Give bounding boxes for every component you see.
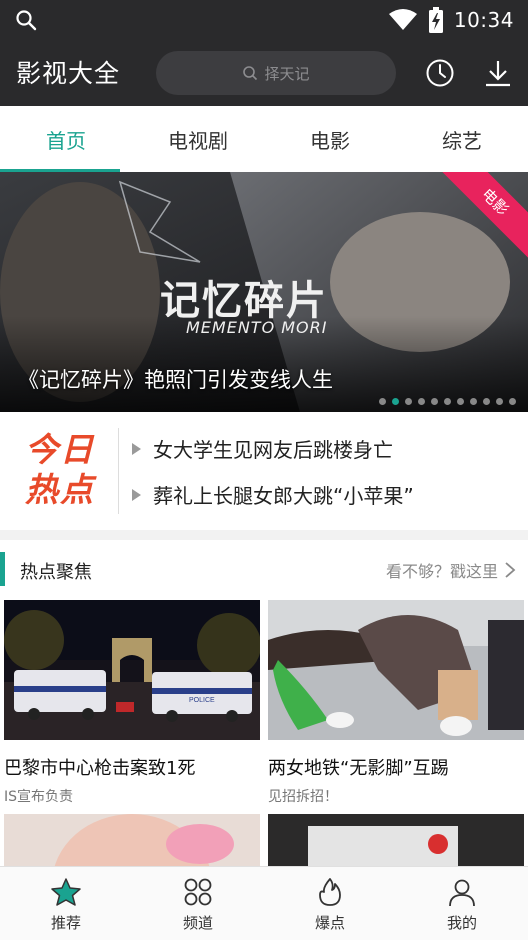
flame-icon (319, 877, 341, 906)
video-thumbnail: POLICE (4, 600, 261, 740)
carousel-dots (379, 398, 516, 405)
hot-news-text: 葬礼上长腿女郎大跳“小苹果” (153, 484, 414, 508)
section-header: 热点聚焦 看不够？戳这里 (0, 540, 528, 600)
history-icon[interactable] (424, 57, 456, 89)
hot-logo-line2: 热点 (25, 470, 95, 509)
carousel-dot[interactable] (379, 398, 386, 405)
carousel-dot[interactable] (457, 398, 464, 405)
video-subtitle: 见招拆招！ (268, 789, 338, 805)
carousel-dot[interactable] (444, 398, 451, 405)
carousel-dot[interactable] (470, 398, 477, 405)
play-arrow-icon (132, 442, 141, 455)
search-icon[interactable] (14, 8, 38, 32)
hot-news-item[interactable]: 女大学生见网友后跳楼身亡 (132, 434, 393, 463)
today-hot-logo: 今日 热点 (14, 430, 106, 512)
carousel-dot[interactable] (418, 398, 425, 405)
nav-label: 频道 (182, 913, 213, 932)
user-icon (449, 879, 475, 906)
video-title: 两女地铁“无影脚”互踢 (268, 758, 449, 779)
tab-variety[interactable]: 综艺 (396, 106, 528, 172)
section-title: 热点聚焦 (20, 562, 92, 583)
tab-home[interactable]: 首页 (0, 106, 132, 172)
nav-label: 我的 (446, 913, 477, 932)
see-more-link[interactable]: 看不够？戳这里 (386, 558, 516, 582)
category-tabs: 首页 电视剧 电影 综艺 (0, 106, 528, 172)
status-bar: 10:34 (0, 0, 528, 40)
search-placeholder: 择天记 (264, 64, 310, 83)
carousel-dot[interactable] (483, 398, 490, 405)
banner-poster-subtitle: MEMENTO MORI (186, 318, 328, 337)
video-title: 巴黎市中心枪击案致1死 (4, 758, 196, 779)
hot-news-text: 女大学生见网友后跳楼身亡 (153, 438, 393, 462)
video-thumbnail (268, 600, 524, 740)
nav-label: 推荐 (50, 913, 81, 932)
battery-icon (428, 7, 443, 33)
nav-profile[interactable]: 我的 (396, 867, 528, 940)
section-accent-bar (0, 552, 5, 586)
svg-text:POLICE: POLICE (189, 697, 215, 704)
app-screen: 10:34 影视大全 择天记 首页 电视剧 电影 综艺 记忆碎片 MEMENTO… (0, 0, 528, 940)
carousel-dot[interactable] (431, 398, 438, 405)
nav-channels[interactable]: 频道 (132, 867, 264, 940)
app-title: 影视大全 (16, 59, 121, 88)
divider (118, 428, 119, 514)
see-more-label: 看不够？戳这里 (385, 562, 498, 581)
carousel-dot[interactable] (392, 398, 399, 405)
status-time: 10:34 (453, 8, 514, 32)
top-bar: 影视大全 择天记 (0, 40, 528, 106)
nav-recommend[interactable]: 推荐 (0, 867, 132, 940)
carousel-dot[interactable] (509, 398, 516, 405)
status-indicators: 10:34 (388, 6, 514, 34)
star-icon (51, 877, 81, 906)
carousel-dot[interactable] (405, 398, 412, 405)
tab-movies[interactable]: 电影 (264, 106, 396, 172)
hot-logo-line1: 今日 (25, 430, 95, 469)
nav-label: 爆点 (314, 913, 345, 932)
video-card[interactable]: 两女地铁“无影脚”互踢 见招拆招！ (268, 600, 524, 806)
search-input[interactable]: 择天记 (156, 51, 396, 95)
video-subtitle: IS宣布负责 (4, 789, 74, 805)
banner-caption: 《记忆碎片》艳照门引发变线人生 (18, 368, 333, 392)
featured-banner[interactable]: 记忆碎片 MEMENTO MORI 电影 《记忆碎片》艳照门引发变线人生 (0, 172, 528, 412)
chevron-right-icon (505, 562, 516, 578)
today-hot-news: 今日 热点 女大学生见网友后跳楼身亡 葬礼上长腿女郎大跳“小苹果” (0, 412, 528, 530)
video-card[interactable]: POLICE 巴黎市中心枪击案致1死 IS宣布负责 (4, 600, 261, 806)
nav-hot[interactable]: 爆点 (264, 867, 396, 940)
channels-icon (184, 878, 212, 905)
carousel-dot[interactable] (496, 398, 503, 405)
tab-tv-series[interactable]: 电视剧 (132, 106, 264, 172)
play-arrow-icon (132, 488, 141, 501)
wifi-icon (388, 9, 417, 30)
download-icon[interactable] (482, 57, 514, 89)
hot-news-item[interactable]: 葬礼上长腿女郎大跳“小苹果” (132, 480, 414, 509)
bottom-navigation: 推荐 频道 爆点 我的 (0, 866, 528, 940)
search-icon (243, 66, 258, 81)
